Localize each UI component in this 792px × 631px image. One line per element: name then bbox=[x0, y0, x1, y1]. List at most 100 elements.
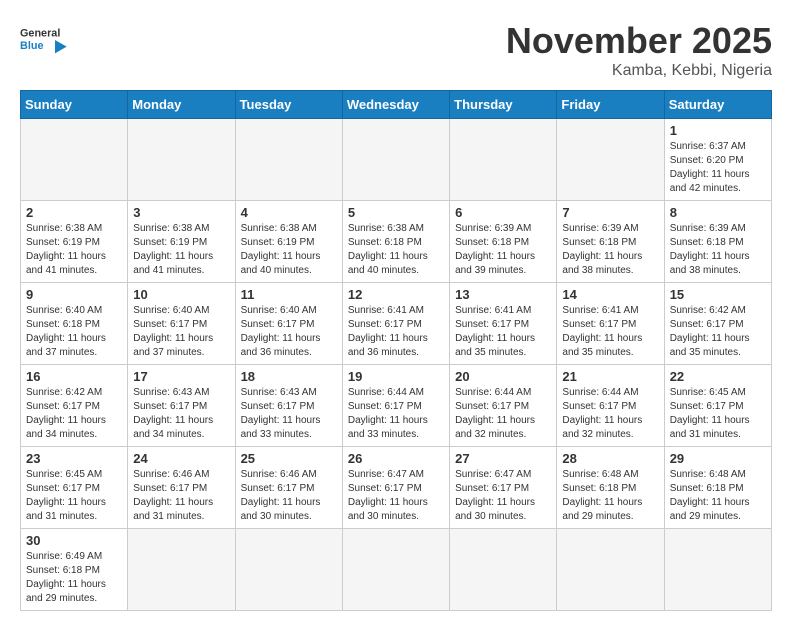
day-info: Sunrise: 6:41 AMSunset: 6:17 PMDaylight:… bbox=[348, 304, 444, 360]
calendar-cell: 3 Sunrise: 6:38 AMSunset: 6:19 PMDaylight… bbox=[128, 201, 235, 283]
day-info: Sunrise: 6:37 AMSunset: 6:20 PMDaylight:… bbox=[670, 140, 766, 196]
calendar-cell bbox=[664, 529, 771, 611]
col-header-saturday: Saturday bbox=[664, 91, 771, 119]
day-number: 26 bbox=[348, 451, 444, 466]
col-header-wednesday: Wednesday bbox=[342, 91, 449, 119]
calendar-cell: 28Sunrise: 6:48 AMSunset: 6:18 PMDayligh… bbox=[557, 447, 664, 529]
calendar-week-1: 2 Sunrise: 6:38 AMSunset: 6:19 PMDaylight… bbox=[21, 201, 772, 283]
day-number: 8 bbox=[670, 205, 766, 220]
day-number: 2 bbox=[26, 205, 122, 220]
day-number: 27 bbox=[455, 451, 551, 466]
calendar-cell: 23 Sunrise: 6:45 AMSunset: 6:17 PMDayligh… bbox=[21, 447, 128, 529]
day-info: Sunrise: 6:46 AMSunset: 6:17 PMDaylight:… bbox=[241, 468, 337, 524]
calendar-cell bbox=[128, 119, 235, 201]
col-header-friday: Friday bbox=[557, 91, 664, 119]
day-info: Sunrise: 6:42 AMSunset: 6:17 PMDaylight:… bbox=[26, 386, 122, 442]
col-header-sunday: Sunday bbox=[21, 91, 128, 119]
calendar-cell: 5Sunrise: 6:38 AMSunset: 6:18 PMDaylight… bbox=[342, 201, 449, 283]
day-info: Sunrise: 6:39 AMSunset: 6:18 PMDaylight:… bbox=[562, 222, 658, 278]
calendar-cell bbox=[235, 119, 342, 201]
day-number: 19 bbox=[348, 369, 444, 384]
calendar-cell bbox=[557, 529, 664, 611]
calendar-cell: 2 Sunrise: 6:38 AMSunset: 6:19 PMDaylight… bbox=[21, 201, 128, 283]
day-info: Sunrise: 6:41 AMSunset: 6:17 PMDaylight:… bbox=[562, 304, 658, 360]
calendar-cell: 4 Sunrise: 6:38 AMSunset: 6:19 PMDaylight… bbox=[235, 201, 342, 283]
col-header-tuesday: Tuesday bbox=[235, 91, 342, 119]
day-info: Sunrise: 6:41 AMSunset: 6:17 PMDaylight:… bbox=[455, 304, 551, 360]
day-info: Sunrise: 6:42 AMSunset: 6:17 PMDaylight:… bbox=[670, 304, 766, 360]
day-info: Sunrise: 6:40 AMSunset: 6:17 PMDaylight:… bbox=[241, 304, 337, 360]
logo: General Blue bbox=[20, 20, 70, 65]
calendar-cell: 9 Sunrise: 6:40 AMSunset: 6:18 PMDaylight… bbox=[21, 283, 128, 365]
calendar-cell: 30 Sunrise: 6:49 AMSunset: 6:18 PMDayligh… bbox=[21, 529, 128, 611]
day-info: Sunrise: 6:47 AMSunset: 6:17 PMDaylight:… bbox=[455, 468, 551, 524]
day-number: 3 bbox=[133, 205, 229, 220]
day-info: Sunrise: 6:47 AMSunset: 6:17 PMDaylight:… bbox=[348, 468, 444, 524]
day-info: Sunrise: 6:45 AMSunset: 6:17 PMDaylight:… bbox=[26, 468, 122, 524]
calendar-cell bbox=[235, 529, 342, 611]
calendar-week-0: 1Sunrise: 6:37 AMSunset: 6:20 PMDaylight… bbox=[21, 119, 772, 201]
day-number: 28 bbox=[562, 451, 658, 466]
calendar-cell: 12 Sunrise: 6:41 AMSunset: 6:17 PMDayligh… bbox=[342, 283, 449, 365]
calendar-cell: 13Sunrise: 6:41 AMSunset: 6:17 PMDayligh… bbox=[450, 283, 557, 365]
day-info: Sunrise: 6:43 AMSunset: 6:17 PMDaylight:… bbox=[133, 386, 229, 442]
day-info: Sunrise: 6:38 AMSunset: 6:18 PMDaylight:… bbox=[348, 222, 444, 278]
day-number: 30 bbox=[26, 533, 122, 548]
day-info: Sunrise: 6:46 AMSunset: 6:17 PMDaylight:… bbox=[133, 468, 229, 524]
month-title: November 2025 bbox=[506, 20, 772, 62]
day-number: 15 bbox=[670, 287, 766, 302]
calendar-cell: 6Sunrise: 6:39 AMSunset: 6:18 PMDaylight… bbox=[450, 201, 557, 283]
calendar-cell: 10 Sunrise: 6:40 AMSunset: 6:17 PMDayligh… bbox=[128, 283, 235, 365]
day-info: Sunrise: 6:45 AMSunset: 6:17 PMDaylight:… bbox=[670, 386, 766, 442]
day-number: 10 bbox=[133, 287, 229, 302]
day-info: Sunrise: 6:44 AMSunset: 6:17 PMDaylight:… bbox=[348, 386, 444, 442]
day-number: 21 bbox=[562, 369, 658, 384]
day-info: Sunrise: 6:44 AMSunset: 6:17 PMDaylight:… bbox=[562, 386, 658, 442]
day-info: Sunrise: 6:38 AMSunset: 6:19 PMDaylight:… bbox=[26, 222, 122, 278]
day-info: Sunrise: 6:43 AMSunset: 6:17 PMDaylight:… bbox=[241, 386, 337, 442]
svg-text:General: General bbox=[20, 28, 60, 40]
calendar-week-3: 16 Sunrise: 6:42 AMSunset: 6:17 PMDayligh… bbox=[21, 365, 772, 447]
calendar-cell: 29Sunrise: 6:48 AMSunset: 6:18 PMDayligh… bbox=[664, 447, 771, 529]
day-info: Sunrise: 6:40 AMSunset: 6:17 PMDaylight:… bbox=[133, 304, 229, 360]
day-info: Sunrise: 6:38 AMSunset: 6:19 PMDaylight:… bbox=[241, 222, 337, 278]
day-number: 16 bbox=[26, 369, 122, 384]
calendar-cell bbox=[342, 119, 449, 201]
calendar-week-5: 30 Sunrise: 6:49 AMSunset: 6:18 PMDayligh… bbox=[21, 529, 772, 611]
col-header-thursday: Thursday bbox=[450, 91, 557, 119]
day-number: 23 bbox=[26, 451, 122, 466]
col-header-monday: Monday bbox=[128, 91, 235, 119]
calendar-cell: 27 Sunrise: 6:47 AMSunset: 6:17 PMDayligh… bbox=[450, 447, 557, 529]
calendar-cell bbox=[450, 529, 557, 611]
calendar-header-row: SundayMondayTuesdayWednesdayThursdayFrid… bbox=[21, 91, 772, 119]
calendar-cell bbox=[21, 119, 128, 201]
day-info: Sunrise: 6:38 AMSunset: 6:19 PMDaylight:… bbox=[133, 222, 229, 278]
calendar-cell: 17 Sunrise: 6:43 AMSunset: 6:17 PMDayligh… bbox=[128, 365, 235, 447]
calendar-cell: 20Sunrise: 6:44 AMSunset: 6:17 PMDayligh… bbox=[450, 365, 557, 447]
page-header: General Blue November 2025 Kamba, Kebbi,… bbox=[20, 20, 772, 80]
calendar-cell: 11Sunrise: 6:40 AMSunset: 6:17 PMDayligh… bbox=[235, 283, 342, 365]
day-number: 6 bbox=[455, 205, 551, 220]
calendar-cell: 19 Sunrise: 6:44 AMSunset: 6:17 PMDayligh… bbox=[342, 365, 449, 447]
day-info: Sunrise: 6:44 AMSunset: 6:17 PMDaylight:… bbox=[455, 386, 551, 442]
title-area: November 2025 Kamba, Kebbi, Nigeria bbox=[506, 20, 772, 80]
svg-text:Blue: Blue bbox=[20, 40, 43, 52]
calendar-cell: 7 Sunrise: 6:39 AMSunset: 6:18 PMDaylight… bbox=[557, 201, 664, 283]
day-number: 9 bbox=[26, 287, 122, 302]
calendar-cell bbox=[128, 529, 235, 611]
day-number: 4 bbox=[241, 205, 337, 220]
calendar-cell bbox=[557, 119, 664, 201]
day-info: Sunrise: 6:39 AMSunset: 6:18 PMDaylight:… bbox=[670, 222, 766, 278]
day-info: Sunrise: 6:48 AMSunset: 6:18 PMDaylight:… bbox=[670, 468, 766, 524]
day-number: 14 bbox=[562, 287, 658, 302]
calendar-cell: 16 Sunrise: 6:42 AMSunset: 6:17 PMDayligh… bbox=[21, 365, 128, 447]
calendar-cell: 22Sunrise: 6:45 AMSunset: 6:17 PMDayligh… bbox=[664, 365, 771, 447]
day-number: 18 bbox=[241, 369, 337, 384]
day-info: Sunrise: 6:49 AMSunset: 6:18 PMDaylight:… bbox=[26, 550, 122, 606]
day-info: Sunrise: 6:40 AMSunset: 6:18 PMDaylight:… bbox=[26, 304, 122, 360]
calendar-cell: 21 Sunrise: 6:44 AMSunset: 6:17 PMDayligh… bbox=[557, 365, 664, 447]
calendar-cell bbox=[342, 529, 449, 611]
day-number: 12 bbox=[348, 287, 444, 302]
day-number: 17 bbox=[133, 369, 229, 384]
day-number: 7 bbox=[562, 205, 658, 220]
